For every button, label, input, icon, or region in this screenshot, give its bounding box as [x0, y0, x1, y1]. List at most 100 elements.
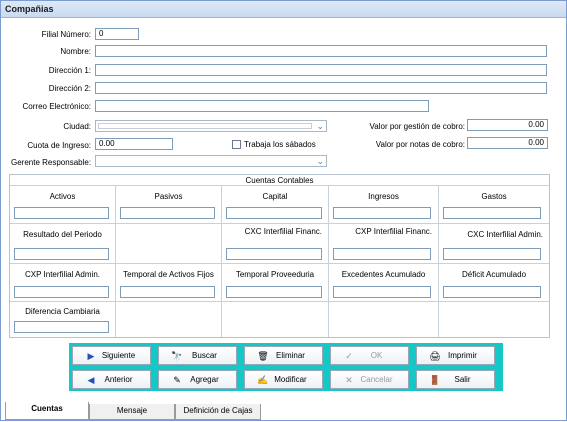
account-field-cxc-financ[interactable]: [226, 248, 322, 260]
pencil-icon: ✎: [173, 375, 181, 385]
valor-gestion-label: Valor por gestión de cobro:: [369, 122, 465, 131]
account-cell-resultado: Resultado del Periodo: [10, 224, 116, 264]
ciudad-dropdown-value: [98, 123, 312, 129]
account-cell-empty: [116, 302, 222, 337]
anterior-button[interactable]: ◀ Anterior: [72, 370, 151, 389]
account-cell-temporal-activos: Temporal de Activos Fijos: [116, 264, 222, 302]
account-field-capital[interactable]: [226, 207, 322, 219]
companias-window: Compañias Filial Número: 0 Nombre: Direc…: [0, 0, 567, 421]
valor-gestion-field[interactable]: 0.00: [467, 119, 548, 131]
edit-icon: ✍: [257, 375, 269, 385]
direccion2-label: Dirección 2:: [48, 84, 91, 93]
account-field-excedentes[interactable]: [333, 286, 431, 298]
account-cell-empty: [329, 302, 439, 337]
binoculars-icon: 🔭: [171, 351, 183, 361]
account-field-temporal-activos[interactable]: [120, 286, 215, 298]
direccion1-field[interactable]: [95, 64, 547, 76]
eliminar-button[interactable]: 🗑 Eliminar: [244, 346, 323, 365]
direccion2-field[interactable]: [95, 82, 547, 94]
account-label: CXP Interfilial Admin.: [25, 270, 100, 279]
cuota-label: Cuota de Ingreso:: [27, 141, 91, 150]
ok-label: OK: [370, 351, 383, 360]
account-field-resultado[interactable]: [14, 248, 109, 260]
account-label: Ingresos: [368, 192, 399, 201]
printer-icon: 🖨: [429, 351, 441, 361]
account-cell-cxc-admin: CXC Interfilial Admin.: [439, 224, 549, 264]
filial-field[interactable]: 0: [95, 28, 139, 40]
chevron-down-icon: ⌄: [316, 156, 324, 166]
account-cell-ingresos: Ingresos: [329, 186, 439, 224]
window-title: Compañias: [1, 1, 566, 18]
play-icon: ▶: [87, 351, 95, 361]
salir-button[interactable]: 🚪 Salir: [416, 370, 495, 389]
ciudad-dropdown[interactable]: ⌄: [95, 120, 327, 132]
account-label: Excedentes Acumulado: [341, 270, 426, 279]
account-field-gastos[interactable]: [443, 207, 541, 219]
tab-strip: Cuentas Mensaje Definición de Cajas: [1, 402, 567, 422]
account-label: Gastos: [481, 192, 507, 201]
valor-notas-label: Valor por notas de cobro:: [375, 140, 465, 149]
ok-button[interactable]: ✓ OK: [330, 346, 409, 365]
checkmark-icon: ✓: [345, 351, 353, 361]
account-cell-pasivos: Pasivos: [116, 186, 222, 224]
account-field-cxc-admin[interactable]: [443, 248, 541, 260]
filial-label: Filial Número:: [41, 30, 91, 39]
nombre-field[interactable]: [95, 45, 547, 57]
account-cell-activos: Activos: [10, 186, 116, 224]
modificar-button[interactable]: ✍ Modificar: [244, 370, 323, 389]
trash-icon: 🗑: [257, 351, 269, 361]
account-label: Temporal de Activos Fijos: [123, 270, 214, 279]
trabaja-sabados-checkbox[interactable]: [232, 140, 241, 149]
gerente-label: Gerente Responsable:: [11, 158, 92, 167]
gerente-dropdown[interactable]: ⌄: [95, 155, 327, 167]
cuentas-contables-grid: Cuentas Contables Activos Pasivos Capita…: [9, 174, 550, 338]
account-field-temporal-proveeduria[interactable]: [226, 286, 322, 298]
account-field-diferencia[interactable]: [14, 321, 109, 333]
account-field-cxp-admin[interactable]: [14, 286, 109, 298]
account-field-pasivos[interactable]: [120, 207, 215, 219]
ciudad-label: Ciudad:: [63, 122, 91, 131]
account-label: Capital: [262, 192, 288, 201]
imprimir-button[interactable]: 🖨 Imprimir: [416, 346, 495, 365]
account-label: Diferencia Cambiaria: [25, 307, 100, 316]
direccion1-label: Dirección 1:: [48, 66, 91, 75]
cancelar-button[interactable]: ✕ Cancelar: [330, 370, 409, 389]
button-bar: ▶ Siguiente 🔭 Buscar 🗑 Eliminar ✓ OK 🖨 I…: [69, 343, 503, 391]
buscar-label: Buscar: [192, 351, 217, 360]
agregar-button[interactable]: ✎ Agregar: [158, 370, 237, 389]
account-label: CXP Interfilial Financ.: [355, 227, 432, 236]
account-cell-temporal-proveeduria: Temporal Proveeduria: [222, 264, 329, 302]
valor-notas-field[interactable]: 0.00: [467, 137, 548, 149]
account-field-cxp-financ[interactable]: [333, 248, 431, 260]
nombre-label: Nombre:: [60, 47, 91, 56]
account-label: Pasivos: [154, 192, 183, 201]
account-cell-excedentes: Excedentes Acumulado: [329, 264, 439, 302]
account-label: Temporal Proveeduria: [235, 270, 315, 279]
account-field-activos[interactable]: [14, 207, 109, 219]
account-cell-cxc-financ: CXC Interfilial Financ.: [222, 224, 329, 264]
door-exit-icon: 🚪: [429, 375, 441, 385]
account-cell-deficit: Déficit Acumulado: [439, 264, 549, 302]
account-label: CXC Interfilial Admin.: [467, 230, 543, 239]
trabaja-sabados-label: Trabaja los sábados: [244, 140, 316, 149]
account-cell-cxp-financ: CXP Interfilial Financ.: [329, 224, 439, 264]
reverse-play-icon: ◀: [87, 375, 95, 385]
account-cell-gastos: Gastos: [439, 186, 549, 224]
account-cell-diferencia: Diferencia Cambiaria: [10, 302, 116, 337]
tab-cuentas[interactable]: Cuentas: [5, 402, 89, 420]
cuota-field[interactable]: 0.00: [95, 138, 173, 150]
salir-label: Salir: [454, 375, 471, 384]
account-cell-capital: Capital: [222, 186, 329, 224]
account-label: CXC Interfilial Financ.: [244, 227, 322, 236]
tab-definicion-cajas[interactable]: Definición de Cajas: [175, 404, 261, 420]
buscar-button[interactable]: 🔭 Buscar: [158, 346, 237, 365]
account-label: Déficit Acumulado: [461, 270, 527, 279]
account-cell-empty: [116, 224, 222, 264]
account-field-ingresos[interactable]: [333, 207, 431, 219]
account-field-deficit[interactable]: [443, 286, 541, 298]
cuentas-contables-title: Cuentas Contables: [10, 175, 549, 186]
siguiente-button[interactable]: ▶ Siguiente: [72, 346, 151, 365]
correo-field[interactable]: [95, 100, 429, 112]
tab-mensaje[interactable]: Mensaje: [89, 404, 175, 420]
account-cell-cxp-admin: CXP Interfilial Admin.: [10, 264, 116, 302]
